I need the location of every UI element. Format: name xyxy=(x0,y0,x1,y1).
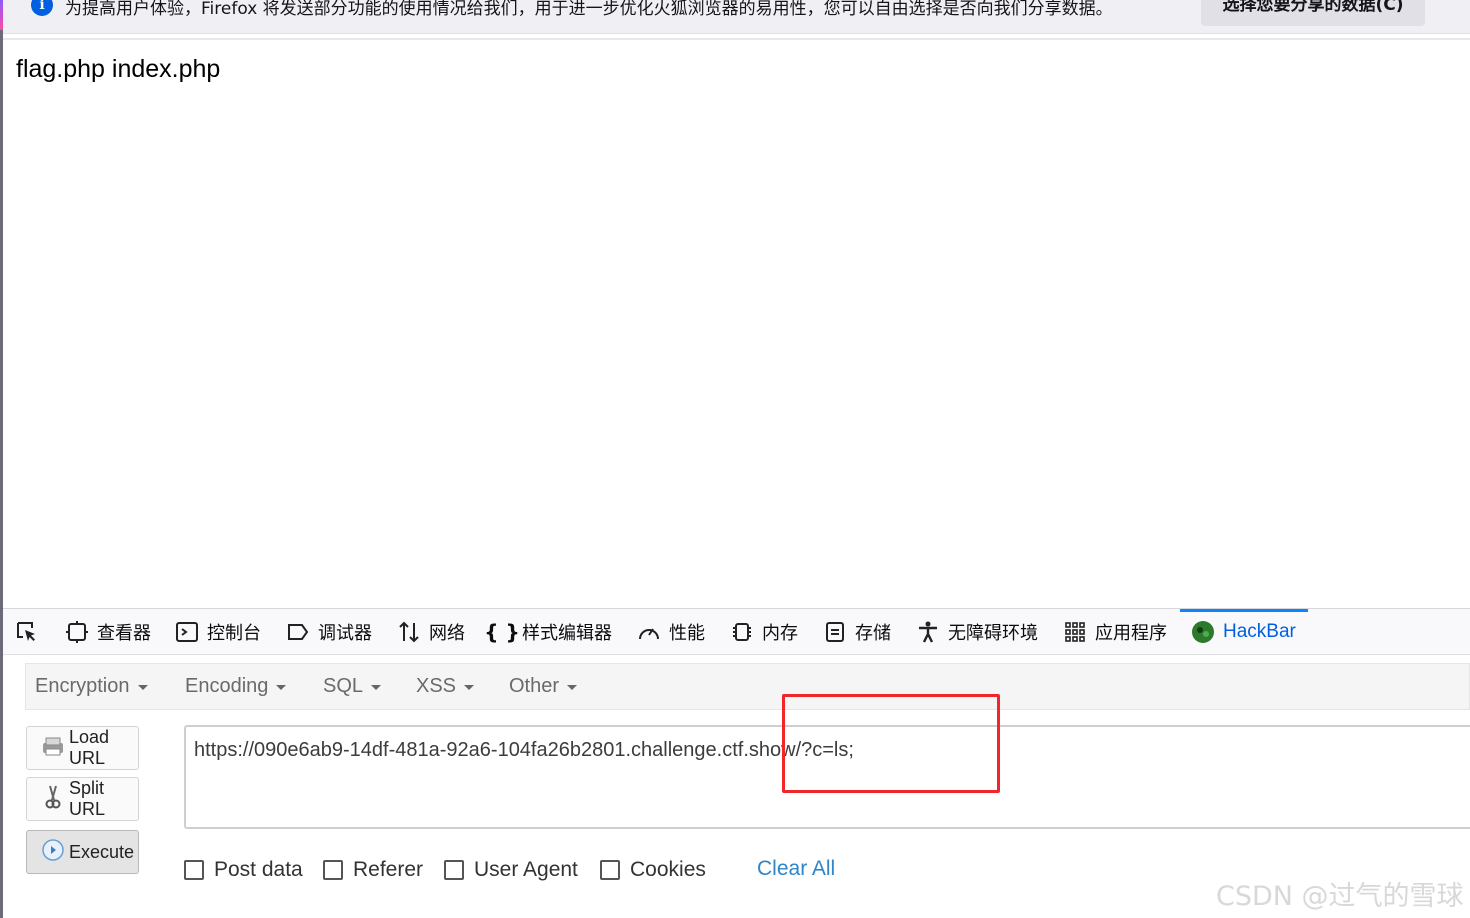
tab-label: 网络 xyxy=(429,623,465,644)
tab-debugger[interactable]: 调试器 xyxy=(286,609,372,655)
page-output-text: flag.php index.php xyxy=(16,55,221,83)
memory-icon xyxy=(730,620,754,644)
menu-label: XSS xyxy=(416,675,457,697)
execute-button[interactable]: Execute xyxy=(26,830,139,874)
user-agent-checkbox[interactable] xyxy=(444,860,464,880)
caret-down-icon xyxy=(464,685,475,690)
tab-performance[interactable]: 性能 xyxy=(637,609,705,655)
tab-accessibility[interactable]: 无障碍环境 xyxy=(916,609,1038,655)
performance-icon xyxy=(637,620,661,644)
menu-xss[interactable]: XSS xyxy=(416,664,475,709)
clear-all-link[interactable]: Clear All xyxy=(757,857,835,881)
split-url-button[interactable]: Split URL xyxy=(26,777,139,821)
network-icon xyxy=(397,620,421,644)
tab-storage[interactable]: 存储 xyxy=(823,609,891,655)
storage-icon xyxy=(823,620,847,644)
cookies-checkbox[interactable] xyxy=(600,860,620,880)
tab-label: HackBar xyxy=(1223,621,1296,642)
devtools-toolbar: 查看器 控制台 调试器 网络 { } 样式编辑器 性能 内存 存储 无障碍环境 … xyxy=(3,609,1470,655)
accessibility-icon xyxy=(916,620,940,644)
menu-label: Encryption xyxy=(35,675,130,697)
referer-checkbox[interactable] xyxy=(323,860,343,880)
tab-hackbar[interactable]: HackBar xyxy=(1191,609,1296,655)
tab-memory[interactable]: 内存 xyxy=(730,609,798,655)
hackbar-icon xyxy=(1191,620,1215,644)
menu-other[interactable]: Other xyxy=(509,664,578,709)
notification-text: 为提高用户体验，Firefox 将发送部分功能的使用情况给我们，用于进一步优化火… xyxy=(65,0,1113,19)
menu-label: SQL xyxy=(323,675,364,697)
tab-network[interactable]: 网络 xyxy=(397,609,465,655)
annotation-highlight-box xyxy=(782,694,1000,793)
devtools-panel: 查看器 控制台 调试器 网络 { } 样式编辑器 性能 内存 存储 无障碍环境 … xyxy=(3,608,1470,918)
style-editor-icon: { } xyxy=(484,620,520,644)
application-icon xyxy=(1063,620,1087,644)
choose-data-button[interactable]: 选择您要分享的数据(C) xyxy=(1201,0,1425,26)
console-icon xyxy=(175,620,199,644)
scissors-icon xyxy=(41,784,65,815)
browser-window: i 为提高用户体验，Firefox 将发送部分功能的使用情况给我们，用于进一步优… xyxy=(0,0,1470,918)
tab-console[interactable]: 控制台 xyxy=(175,609,261,655)
tab-inspector[interactable]: 查看器 xyxy=(65,609,151,655)
menu-label: Encoding xyxy=(185,675,269,697)
option-cookies[interactable]: Cookies xyxy=(600,857,706,883)
telemetry-notification-bar: i 为提高用户体验，Firefox 将发送部分功能的使用情况给我们，用于进一步优… xyxy=(3,0,1470,34)
tab-label: 控制台 xyxy=(207,623,261,644)
tab-label: 性能 xyxy=(669,623,705,644)
tab-label: 调试器 xyxy=(318,623,372,644)
caret-down-icon xyxy=(567,685,578,690)
tab-label: 样式编辑器 xyxy=(522,623,612,644)
debugger-icon xyxy=(286,620,310,644)
watermark: CSDN @过气的雪球 xyxy=(1216,881,1464,912)
tab-label: 查看器 xyxy=(97,623,151,644)
option-label: User Agent xyxy=(474,858,578,881)
option-referer[interactable]: Referer xyxy=(323,857,423,883)
load-url-icon xyxy=(41,735,65,762)
inspector-icon xyxy=(65,620,89,644)
hackbar-menu-bar: Encryption Encoding SQL XSS Other xyxy=(25,663,1470,710)
option-post-data[interactable]: Post data xyxy=(184,857,303,883)
url-text: https://090e6ab9-14df-481a-92a6-104fa26b… xyxy=(194,739,854,761)
play-icon xyxy=(41,838,65,867)
option-label: Post data xyxy=(214,858,303,881)
split-url-label: Split URL xyxy=(69,778,106,819)
tab-label: 内存 xyxy=(762,623,798,644)
notification-divider xyxy=(3,38,1470,40)
tab-style-editor[interactable]: { } 样式编辑器 xyxy=(484,609,612,655)
caret-down-icon xyxy=(371,685,382,690)
option-label: Cookies xyxy=(630,858,706,881)
post-data-checkbox[interactable] xyxy=(184,860,204,880)
menu-label: Other xyxy=(509,675,560,697)
element-picker-icon xyxy=(15,620,39,644)
tab-application[interactable]: 应用程序 xyxy=(1063,609,1167,655)
caret-down-icon xyxy=(137,685,148,690)
load-url-button[interactable]: Load URL xyxy=(26,726,139,770)
caret-down-icon xyxy=(276,685,287,690)
load-url-label: Load URL xyxy=(69,727,110,768)
tab-label: 应用程序 xyxy=(1095,623,1167,644)
info-icon: i xyxy=(31,0,53,16)
menu-encoding[interactable]: Encoding xyxy=(185,664,287,709)
menu-sql[interactable]: SQL xyxy=(323,664,382,709)
tab-label: 无障碍环境 xyxy=(948,623,1038,644)
tab-label: 存储 xyxy=(855,623,891,644)
menu-encryption[interactable]: Encryption xyxy=(35,664,148,709)
option-user-agent[interactable]: User Agent xyxy=(444,857,578,883)
tab-element-picker[interactable] xyxy=(15,609,39,655)
option-label: Referer xyxy=(353,858,424,881)
execute-label: Execute xyxy=(69,841,135,862)
